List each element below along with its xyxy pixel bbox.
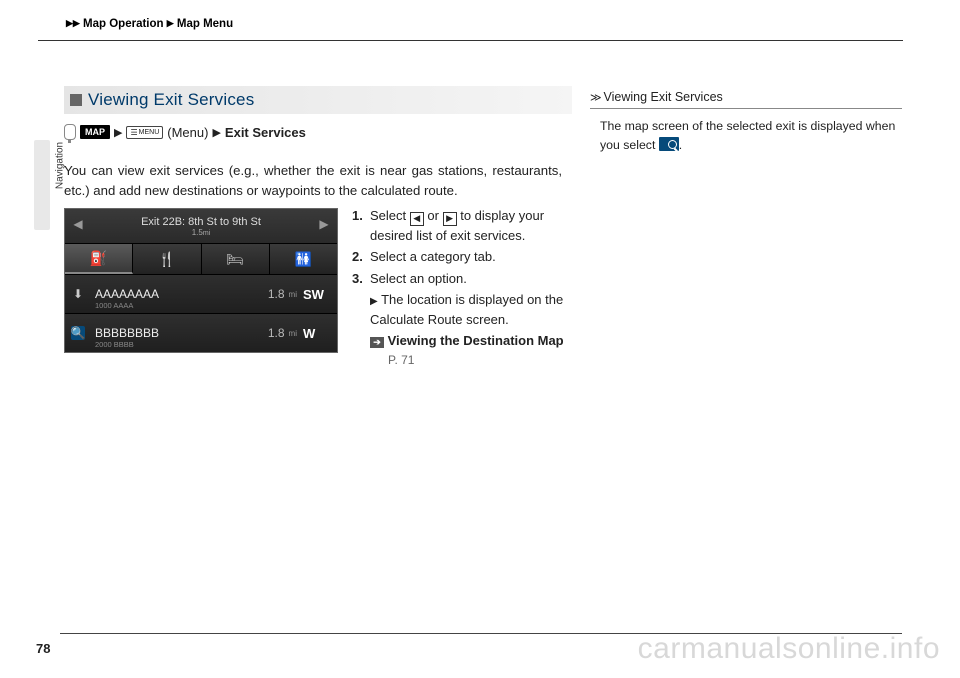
breadcrumb-a: Map Operation	[83, 18, 164, 30]
sidebar-note: ≫Viewing Exit Services The map screen of…	[590, 90, 902, 155]
category-tabs: ⛽ 🍴 🛏 🚻	[65, 243, 337, 275]
sidebar-heading: ≫Viewing Exit Services	[590, 90, 902, 109]
xref: ➔ Viewing the Destination Map	[370, 331, 570, 351]
fuel-icon: ⛽	[90, 250, 107, 267]
tab-rest: 🚻	[270, 244, 337, 274]
map-button-icon: MAP	[80, 125, 110, 139]
prev-arrow-icon: ◀	[71, 217, 85, 231]
navigation-path: MAP ▶ ☰MENU (Menu) ▶ Exit Services	[64, 124, 306, 140]
poi-address: 2000 BBBB	[95, 340, 134, 349]
unit-label: mi	[289, 329, 297, 338]
section-heading: Viewing Exit Services	[64, 86, 572, 114]
tab-lodging: 🛏	[202, 244, 270, 274]
menu-paren: (Menu)	[167, 125, 208, 140]
chevron-right-icon: ▶	[370, 296, 378, 307]
poi-name: AAAAAAAA	[95, 287, 268, 301]
menu-button-icon: ☰MENU	[126, 126, 163, 139]
body-paragraph: You can view exit services (e.g., whethe…	[64, 161, 562, 202]
chevron-right-icon: ▶	[167, 18, 174, 28]
down-arrow-icon: ⬇	[71, 287, 85, 301]
path-dest: Exit Services	[225, 125, 306, 140]
ui-screenshot: ◀ Exit 22B: 8th St to 9th St 1.5mi ▶ ⛽ 🍴…	[64, 208, 338, 353]
chevron-right-icon: ▶	[212, 126, 220, 139]
poi-direction: W	[303, 326, 329, 341]
bed-icon: 🛏	[226, 251, 244, 268]
left-arrow-icon: ◀	[410, 212, 424, 226]
map-zoom-icon	[659, 137, 679, 151]
breadcrumb-b: Map Menu	[177, 18, 233, 30]
square-bullet-icon	[70, 94, 82, 106]
xref-icon: ➔	[370, 337, 384, 348]
instruction-list: 1. Select ◀ or ▶ to display your desired…	[352, 206, 570, 369]
step-number: 1.	[352, 206, 370, 245]
fast-forward-icon: ≫	[590, 92, 602, 104]
restroom-icon: 🚻	[295, 251, 312, 268]
poi-distance: 1.8	[268, 287, 285, 301]
exit-dist: 1.5	[192, 228, 203, 237]
step-text: Select a category tab.	[370, 247, 496, 267]
exit-title: Exit 22B: 8th St to 9th St	[141, 216, 261, 228]
tab-food: 🍴	[133, 244, 201, 274]
chevron-right-icon: ▶	[73, 18, 80, 28]
divider	[38, 40, 903, 41]
side-tab	[34, 140, 50, 230]
unit-label: mi	[289, 290, 297, 299]
right-arrow-icon: ▶	[443, 212, 457, 226]
voice-icon	[64, 124, 76, 140]
step-sub: ▶ The location is displayed on the Calcu…	[370, 290, 570, 329]
chevron-right-icon: ▶	[114, 126, 122, 139]
step-text: Select ◀ or ▶ to display your desired li…	[370, 206, 570, 245]
list-item: ⬇ AAAAAAAA 1000 AAAA 1.8 mi SW	[65, 275, 337, 314]
chevron-right-icon: ▶	[66, 18, 73, 28]
food-icon: 🍴	[158, 251, 175, 268]
breadcrumb: ▶▶ Map Operation ▶ Map Menu	[66, 18, 233, 30]
list-item: 🔍 BBBBBBBB 2000 BBBB 1.8 mi W	[65, 314, 337, 353]
sidebar-text: The map screen of the selected exit is d…	[590, 117, 902, 155]
map-zoom-icon: 🔍	[71, 326, 85, 340]
poi-name: BBBBBBBB	[95, 326, 268, 340]
poi-address: 1000 AAAA	[95, 301, 133, 310]
screenshot-header: ◀ Exit 22B: 8th St to 9th St 1.5mi ▶	[65, 209, 337, 243]
poi-direction: SW	[303, 287, 329, 302]
xref-page: P. 71	[388, 351, 570, 369]
poi-distance: 1.8	[268, 326, 285, 340]
next-arrow-icon: ▶	[317, 217, 331, 231]
page-number: 78	[36, 641, 50, 656]
xref-title: Viewing the Destination Map	[388, 333, 564, 348]
watermark: carmanualsonline.info	[638, 632, 940, 666]
step-number: 2.	[352, 247, 370, 267]
step-text: Select an option.	[370, 269, 467, 289]
tab-fuel: ⛽	[65, 244, 133, 274]
step-number: 3.	[352, 269, 370, 289]
heading-text: Viewing Exit Services	[88, 90, 254, 110]
